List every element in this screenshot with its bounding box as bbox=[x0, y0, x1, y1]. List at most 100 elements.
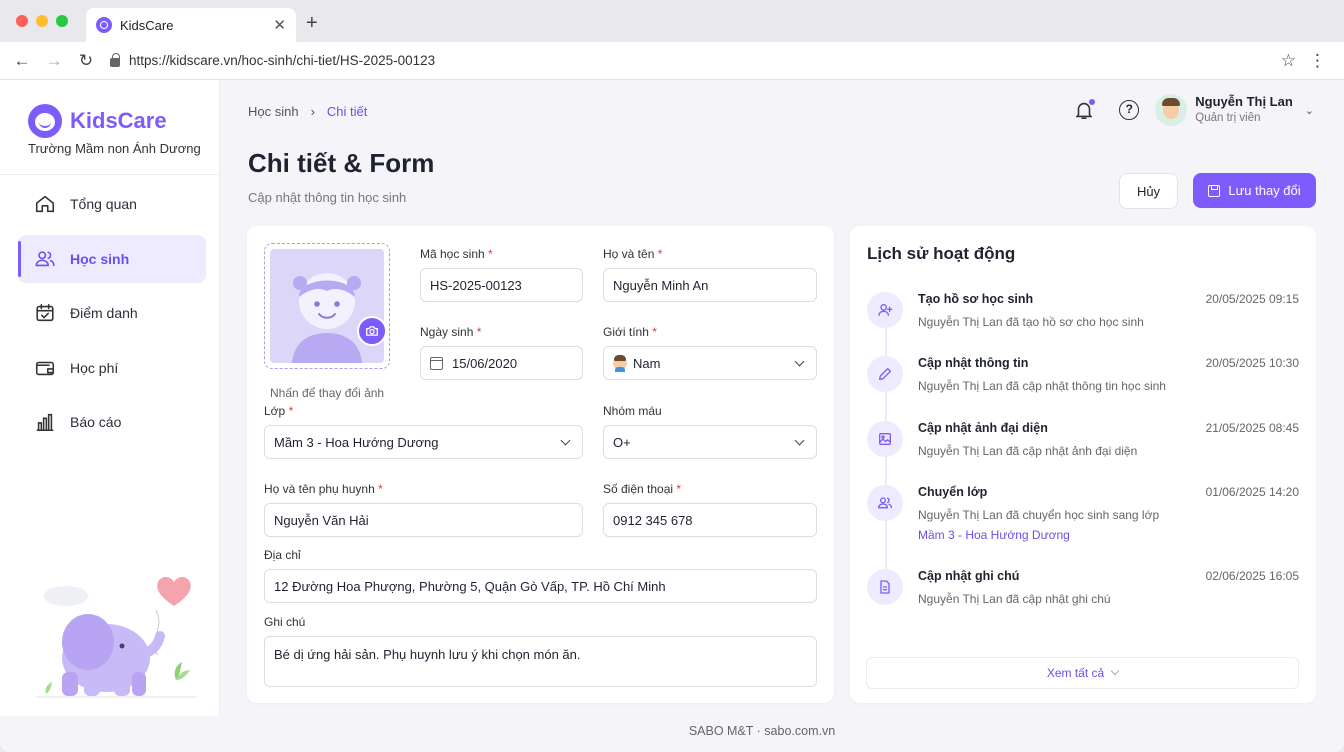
full-name-field[interactable]: Nguyễn Minh An bbox=[603, 268, 817, 302]
sidebar-item-label: Học phí bbox=[70, 359, 119, 376]
boy-icon bbox=[613, 355, 627, 372]
activity-time: 20/05/2025 10:30 bbox=[1205, 356, 1299, 370]
note-label: Ghi chú bbox=[264, 615, 306, 629]
gender-label: Giới tính * bbox=[603, 325, 657, 339]
brand-name: KidsCare bbox=[70, 108, 167, 133]
activity-name: Chuyển lớp bbox=[918, 485, 988, 499]
browser-tab[interactable]: KidsCare ✕ bbox=[86, 8, 296, 42]
pencil-icon bbox=[867, 356, 903, 392]
new-tab-icon[interactable]: + bbox=[306, 12, 318, 35]
calendar-check-icon bbox=[34, 302, 56, 324]
home-icon bbox=[34, 193, 56, 215]
minimize-window-button[interactable] bbox=[36, 15, 48, 27]
avatar[interactable] bbox=[1155, 94, 1188, 126]
activity-desc: Nguyễn Thị Lan đã cập nhật ghi chú bbox=[918, 592, 1111, 606]
breadcrumb-separator-icon: › bbox=[310, 104, 315, 119]
browser-tabbar: KidsCare ✕ + bbox=[0, 0, 1344, 42]
sidebar-item-students[interactable]: Học sinh bbox=[18, 234, 206, 283]
tab-close-icon[interactable]: ✕ bbox=[273, 16, 286, 34]
activity-class-link[interactable]: Mầm 3 - Hoa Hướng Dương bbox=[918, 528, 1070, 542]
users-icon bbox=[867, 485, 903, 521]
forward-icon[interactable]: → bbox=[44, 51, 64, 71]
activity-name: Tạo hồ sơ học sinh bbox=[918, 292, 1034, 306]
bar-chart-icon bbox=[34, 411, 56, 433]
breadcrumb-link[interactable]: Học sinh bbox=[248, 104, 299, 119]
chevron-down-icon bbox=[794, 435, 805, 445]
blood-type-label: Nhóm máu bbox=[603, 404, 662, 418]
chevron-down-icon bbox=[794, 356, 805, 366]
user-plus-icon bbox=[867, 292, 903, 328]
photo-hint: Nhấn để thay đổi ảnh bbox=[270, 386, 385, 400]
page-title: Chi tiết & Form bbox=[248, 148, 435, 178]
class-label: Lớp * bbox=[264, 404, 294, 418]
breadcrumb: Học sinh › Chi tiết bbox=[248, 104, 367, 119]
maximize-window-button[interactable] bbox=[56, 15, 68, 27]
calendar-icon bbox=[430, 356, 443, 370]
activity-time: 20/05/2025 09:15 bbox=[1205, 292, 1299, 306]
close-window-button[interactable] bbox=[16, 15, 28, 27]
footer: SABO M&T · sabo.com.vn bbox=[0, 724, 1344, 738]
activity-history-card: Lịch sử hoạt động Tạo hồ sơ học sinh 20/… bbox=[850, 226, 1316, 703]
wallet-icon bbox=[34, 357, 56, 379]
blood-type-select[interactable]: O+ bbox=[603, 425, 817, 459]
bookmark-star-icon[interactable]: ☆ bbox=[1281, 51, 1296, 71]
sidebar-item-tuition[interactable]: Học phí bbox=[18, 344, 206, 392]
class-select[interactable]: Mầm 3 - Hoa Hướng Dương bbox=[264, 425, 583, 459]
sidebar-item-attendance[interactable]: Điểm danh bbox=[18, 289, 206, 337]
dob-field[interactable]: 15/06/2020 bbox=[420, 346, 583, 380]
sidebar-item-label: Học sinh bbox=[70, 250, 130, 267]
activity-time: 02/06/2025 16:05 bbox=[1205, 569, 1299, 583]
photo-upload[interactable] bbox=[264, 243, 390, 369]
chevron-down-icon[interactable]: ⌄ bbox=[1305, 104, 1314, 117]
activity-time: 01/06/2025 14:20 bbox=[1205, 485, 1299, 499]
full-name-label: Họ và tên * bbox=[603, 247, 663, 261]
logo-icon bbox=[28, 104, 62, 138]
student-id-field[interactable]: HS-2025-00123 bbox=[420, 268, 583, 302]
image-icon bbox=[867, 421, 903, 457]
save-button[interactable]: Lưu thay đổi bbox=[1193, 173, 1316, 208]
sidebar-item-label: Báo cáo bbox=[70, 414, 122, 430]
url-text: https://kidscare.vn/hoc-sinh/chi-tiet/HS… bbox=[129, 53, 436, 68]
favicon-icon bbox=[96, 17, 112, 33]
footer-text: SABO M&T · sabo.com.vn bbox=[688, 724, 836, 738]
camera-icon[interactable] bbox=[357, 316, 387, 346]
school-name: Trường Mầm non Ánh Dương bbox=[28, 141, 201, 156]
gender-select[interactable]: Nam bbox=[603, 346, 817, 380]
note-textarea[interactable]: Bé dị ứng hải sản. Phụ huynh lưu ý khi c… bbox=[264, 636, 817, 687]
parent-name-field[interactable]: Nguyễn Văn Hải bbox=[264, 503, 583, 537]
save-button-label: Lưu thay đổi bbox=[1228, 183, 1301, 198]
address-field[interactable]: 12 Đường Hoa Phượng, Phường 5, Quận Gò V… bbox=[264, 569, 817, 603]
user-role: Quản trị viên bbox=[1195, 112, 1261, 124]
activity-name: Cập nhật thông tin bbox=[918, 356, 1029, 370]
back-icon[interactable]: ← bbox=[12, 51, 32, 71]
tab-title: KidsCare bbox=[120, 17, 174, 33]
address-label: Địa chỉ bbox=[264, 548, 301, 562]
app: KidsCare Trường Mầm non Ánh Dương Tổng q… bbox=[0, 80, 1344, 752]
breadcrumb-current: Chi tiết bbox=[326, 104, 368, 119]
activity-desc: Nguyễn Thị Lan đã chuyển học sinh sang l… bbox=[918, 508, 1160, 522]
sidebar-item-reports[interactable]: Báo cáo bbox=[18, 398, 206, 446]
browser-menu-icon[interactable]: ⋮ bbox=[1309, 51, 1326, 71]
brand-logo[interactable]: KidsCare bbox=[28, 104, 167, 138]
activity-name: Cập nhật ảnh đại diện bbox=[918, 421, 1048, 435]
reload-icon[interactable]: ↻ bbox=[76, 51, 96, 71]
url-field[interactable]: https://kidscare.vn/hoc-sinh/chi-tiet/HS… bbox=[110, 53, 1344, 68]
phone-field[interactable]: 0912 345 678 bbox=[603, 503, 817, 537]
sidebar-item-label: Điểm danh bbox=[70, 305, 138, 321]
dob-label: Ngày sinh * bbox=[420, 325, 482, 339]
sidebar-divider bbox=[0, 174, 219, 175]
chevron-down-icon bbox=[560, 435, 571, 445]
phone-label: Số điện thoại * bbox=[603, 482, 682, 496]
window-controls bbox=[16, 15, 68, 27]
cancel-button[interactable]: Hủy bbox=[1119, 173, 1178, 209]
notification-bell-icon[interactable] bbox=[1073, 99, 1096, 121]
activity-desc: Nguyễn Thị Lan đã cập nhật thông tin học… bbox=[918, 379, 1166, 393]
user-info[interactable]: Nguyễn Thị Lan Quản trị viên bbox=[1195, 94, 1293, 126]
help-icon[interactable]: ? bbox=[1119, 100, 1140, 120]
activity-time: 21/05/2025 08:45 bbox=[1205, 421, 1299, 435]
activity-title: Lịch sử hoạt động bbox=[867, 244, 1016, 263]
sidebar-item-overview[interactable]: Tổng quan bbox=[18, 180, 206, 228]
address-bar: ← → ↻ https://kidscare.vn/hoc-sinh/chi-t… bbox=[0, 42, 1344, 80]
see-all-button[interactable]: Xem tất cả bbox=[866, 657, 1299, 689]
document-icon bbox=[867, 569, 903, 605]
